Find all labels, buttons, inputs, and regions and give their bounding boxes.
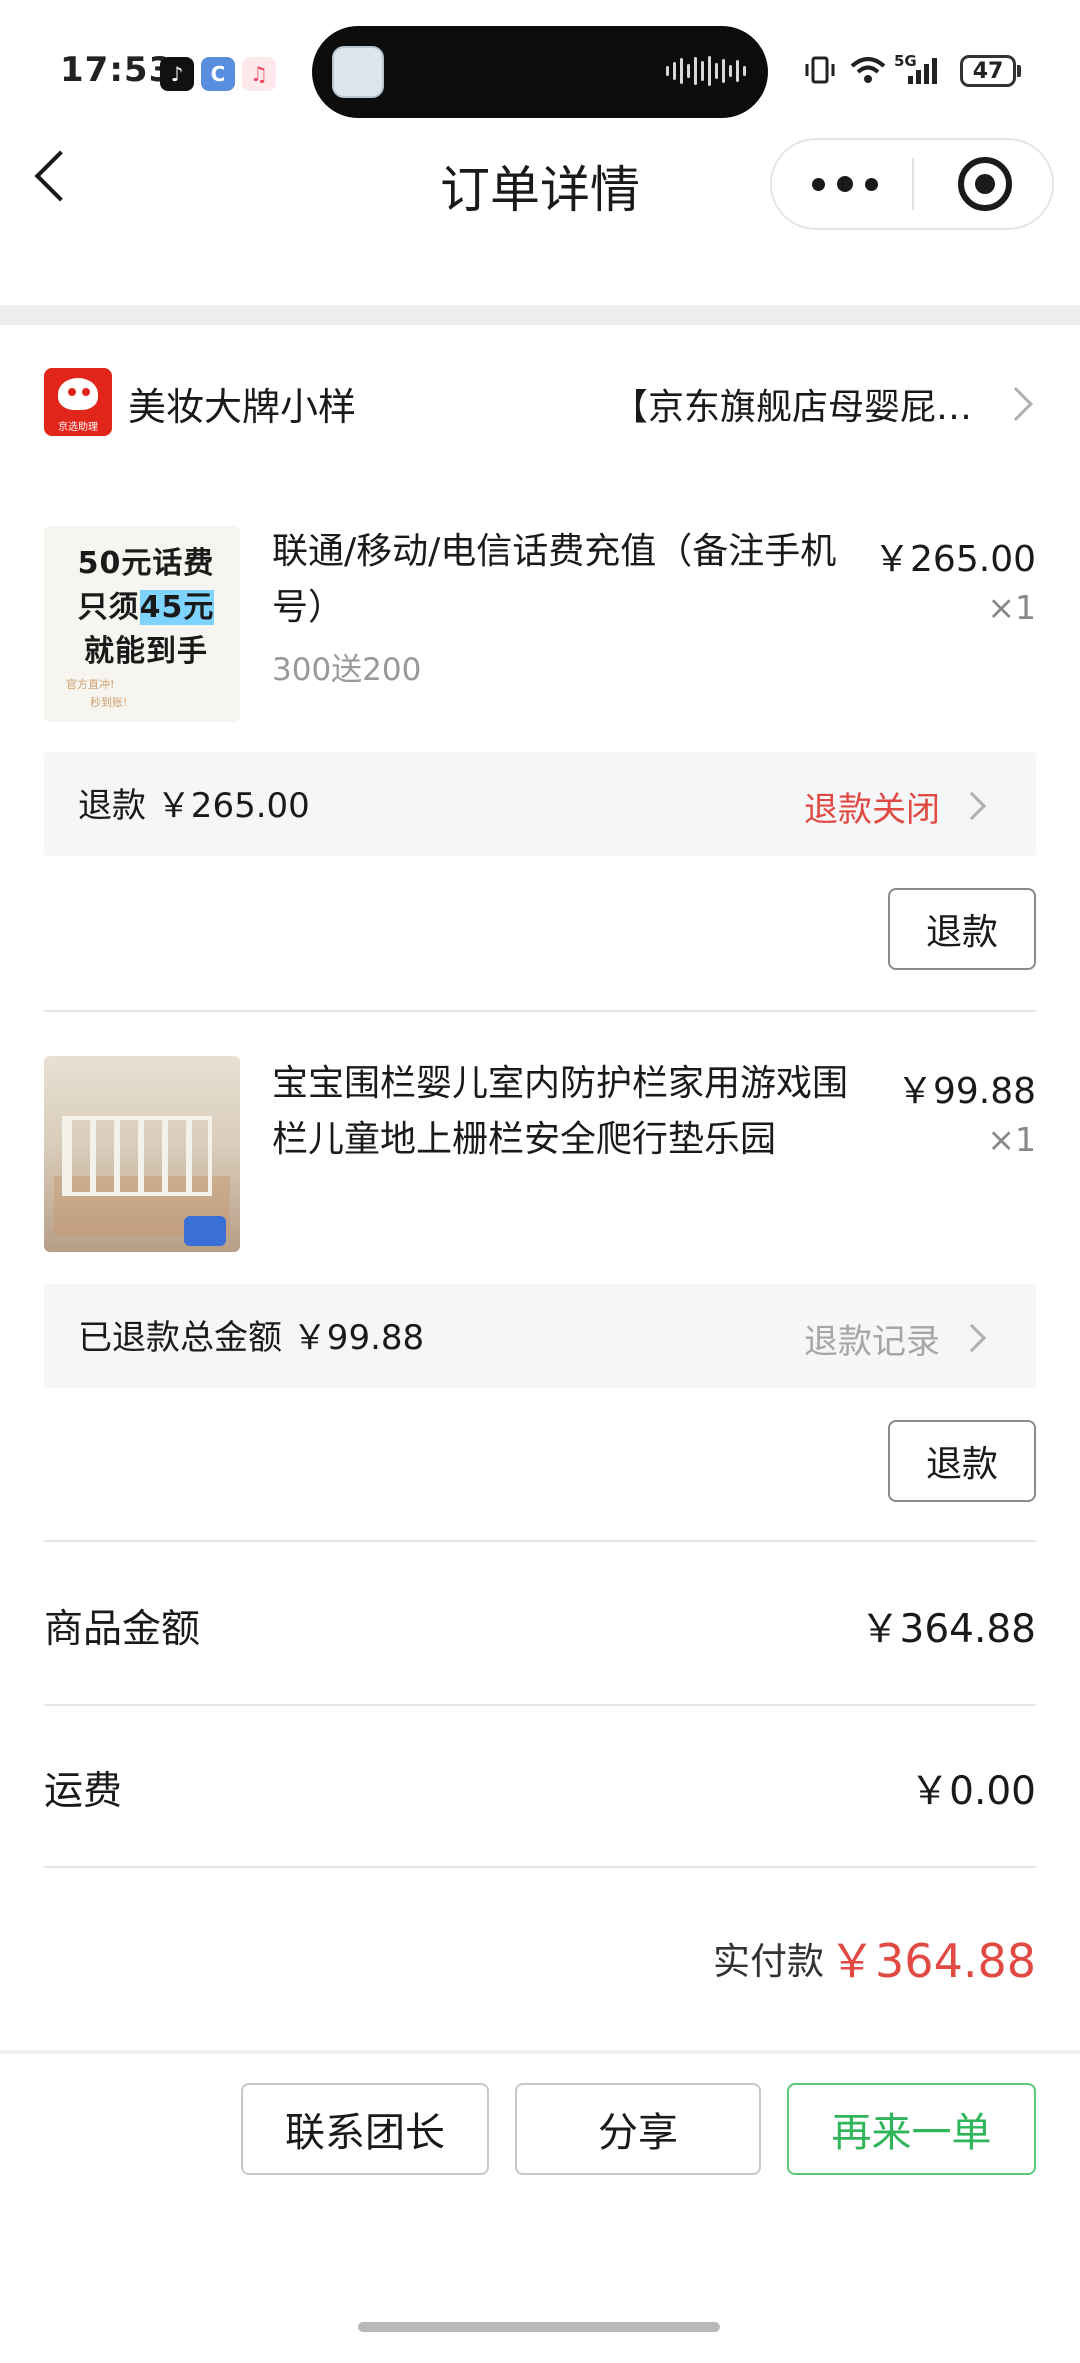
browser-icon: C xyxy=(201,57,235,91)
signal-icon xyxy=(900,52,948,95)
refund-button[interactable]: 退款 xyxy=(888,888,1036,970)
summary-divider xyxy=(44,1704,1036,1706)
music-icon: ♫ xyxy=(242,57,276,91)
contact-leader-button[interactable]: 联系团长 xyxy=(241,2083,489,2175)
product-thumbnail[interactable] xyxy=(44,1056,240,1252)
shop-name: 美妆大牌小样 xyxy=(128,385,357,429)
item-divider xyxy=(44,1540,1036,1542)
goods-amount-label: 商品金额 xyxy=(44,1607,201,1652)
bottom-bar-separator xyxy=(0,2050,1080,2054)
wifi-icon xyxy=(848,52,888,95)
status-bar: 17:53 ♪ C ♫ 5G 47 xyxy=(0,0,1080,130)
home-indicator[interactable] xyxy=(358,2322,720,2332)
product-price: ￥265.00 xyxy=(874,539,1036,580)
reorder-button[interactable]: 再来一单 xyxy=(787,2083,1036,2175)
refunded-total: 已退款总金额 ￥99.88 xyxy=(78,1318,425,1358)
product-quantity: ×1 xyxy=(987,1120,1036,1159)
store-chevron-icon[interactable] xyxy=(999,387,1033,421)
live-activity-icon xyxy=(332,46,384,98)
refund-status[interactable]: 退款关闭 xyxy=(804,782,940,831)
refund-amount: 退款 ￥265.00 xyxy=(78,786,310,826)
product-spec: 300送200 xyxy=(272,652,422,688)
product-quantity: ×1 xyxy=(987,588,1036,627)
refund-record-link[interactable]: 退款记录 xyxy=(804,1314,940,1363)
product-title[interactable]: 宝宝围栏婴儿室内防护栏家用游戏围栏儿童地上栅栏安全爬行垫乐园 xyxy=(272,1056,852,1168)
item-divider xyxy=(44,1010,1036,1012)
product-price: ￥99.88 xyxy=(896,1071,1036,1112)
summary-divider xyxy=(44,1866,1036,1868)
shop-logo: 京选助理 xyxy=(44,368,112,436)
product-thumbnail[interactable]: 50元话费 只须45元 就能到手 官方直冲! 秒到账! xyxy=(44,526,240,722)
battery-indicator: 47 xyxy=(960,55,1016,87)
battery-tip xyxy=(1017,65,1021,77)
audio-wave-icon xyxy=(666,56,746,86)
refund-button[interactable]: 退款 xyxy=(888,1420,1036,1502)
goods-amount-value: ￥364.88 xyxy=(860,1607,1036,1652)
product-title[interactable]: 联通/移动/电信话费充值（备注手机号） xyxy=(272,524,852,636)
capsule-divider xyxy=(912,158,914,210)
vibrate-icon xyxy=(802,52,838,95)
close-mini-program-icon-dot xyxy=(975,174,995,194)
more-icon[interactable] xyxy=(812,176,878,192)
section-divider-band xyxy=(0,305,1080,325)
share-button[interactable]: 分享 xyxy=(515,2083,761,2175)
paid-label: 实付款 xyxy=(713,1940,824,1983)
shop-logo-caption: 京选助理 xyxy=(58,422,98,433)
paid-value: ￥364.88 xyxy=(829,1934,1036,1988)
shipping-label: 运费 xyxy=(44,1769,123,1814)
store-link[interactable]: 【京东旗舰店母婴屁… xyxy=(612,378,992,430)
shipping-value: ￥0.00 xyxy=(910,1769,1036,1814)
tiktok-icon: ♪ xyxy=(160,57,194,91)
status-time: 17:53 xyxy=(60,50,174,90)
